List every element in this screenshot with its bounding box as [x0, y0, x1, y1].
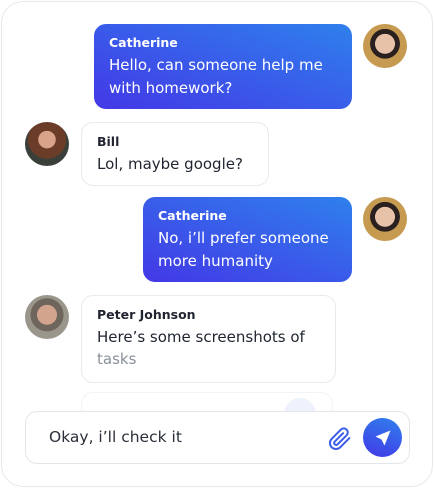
message-bubble: Bill Lol, maybe google?	[81, 122, 269, 186]
sender-name: Peter Johnson	[97, 307, 196, 322]
avatar-catherine	[363, 24, 407, 68]
message-input[interactable]: Okay, i’ll check it	[25, 411, 410, 464]
sender-name: Bill	[97, 134, 120, 149]
message-bubble: Peter Johnson Here’s some screenshots of…	[81, 295, 336, 383]
avatar-peter	[25, 295, 69, 339]
avatar-catherine	[363, 197, 407, 241]
sender-name: Catherine	[158, 208, 227, 223]
message-text: Here’s some screenshots of	[97, 328, 305, 346]
send-icon	[375, 430, 390, 445]
message-text: No, i’ll prefer someone more humanity	[158, 229, 329, 270]
message-text: Lol, maybe google?	[97, 155, 243, 173]
message-text: Hello, can someone help me with homework…	[109, 56, 323, 97]
message-bubble: Catherine No, i’ll prefer someone more h…	[143, 197, 352, 282]
message-text-faded: tasks	[97, 350, 137, 368]
sender-name: Catherine	[109, 35, 178, 50]
message-input-value[interactable]: Okay, i’ll check it	[49, 428, 182, 446]
avatar-bill	[25, 122, 69, 166]
send-button[interactable]	[363, 418, 402, 457]
message-bubble: Catherine Hello, can someone help me wit…	[94, 24, 352, 109]
paperclip-icon[interactable]	[328, 427, 352, 451]
